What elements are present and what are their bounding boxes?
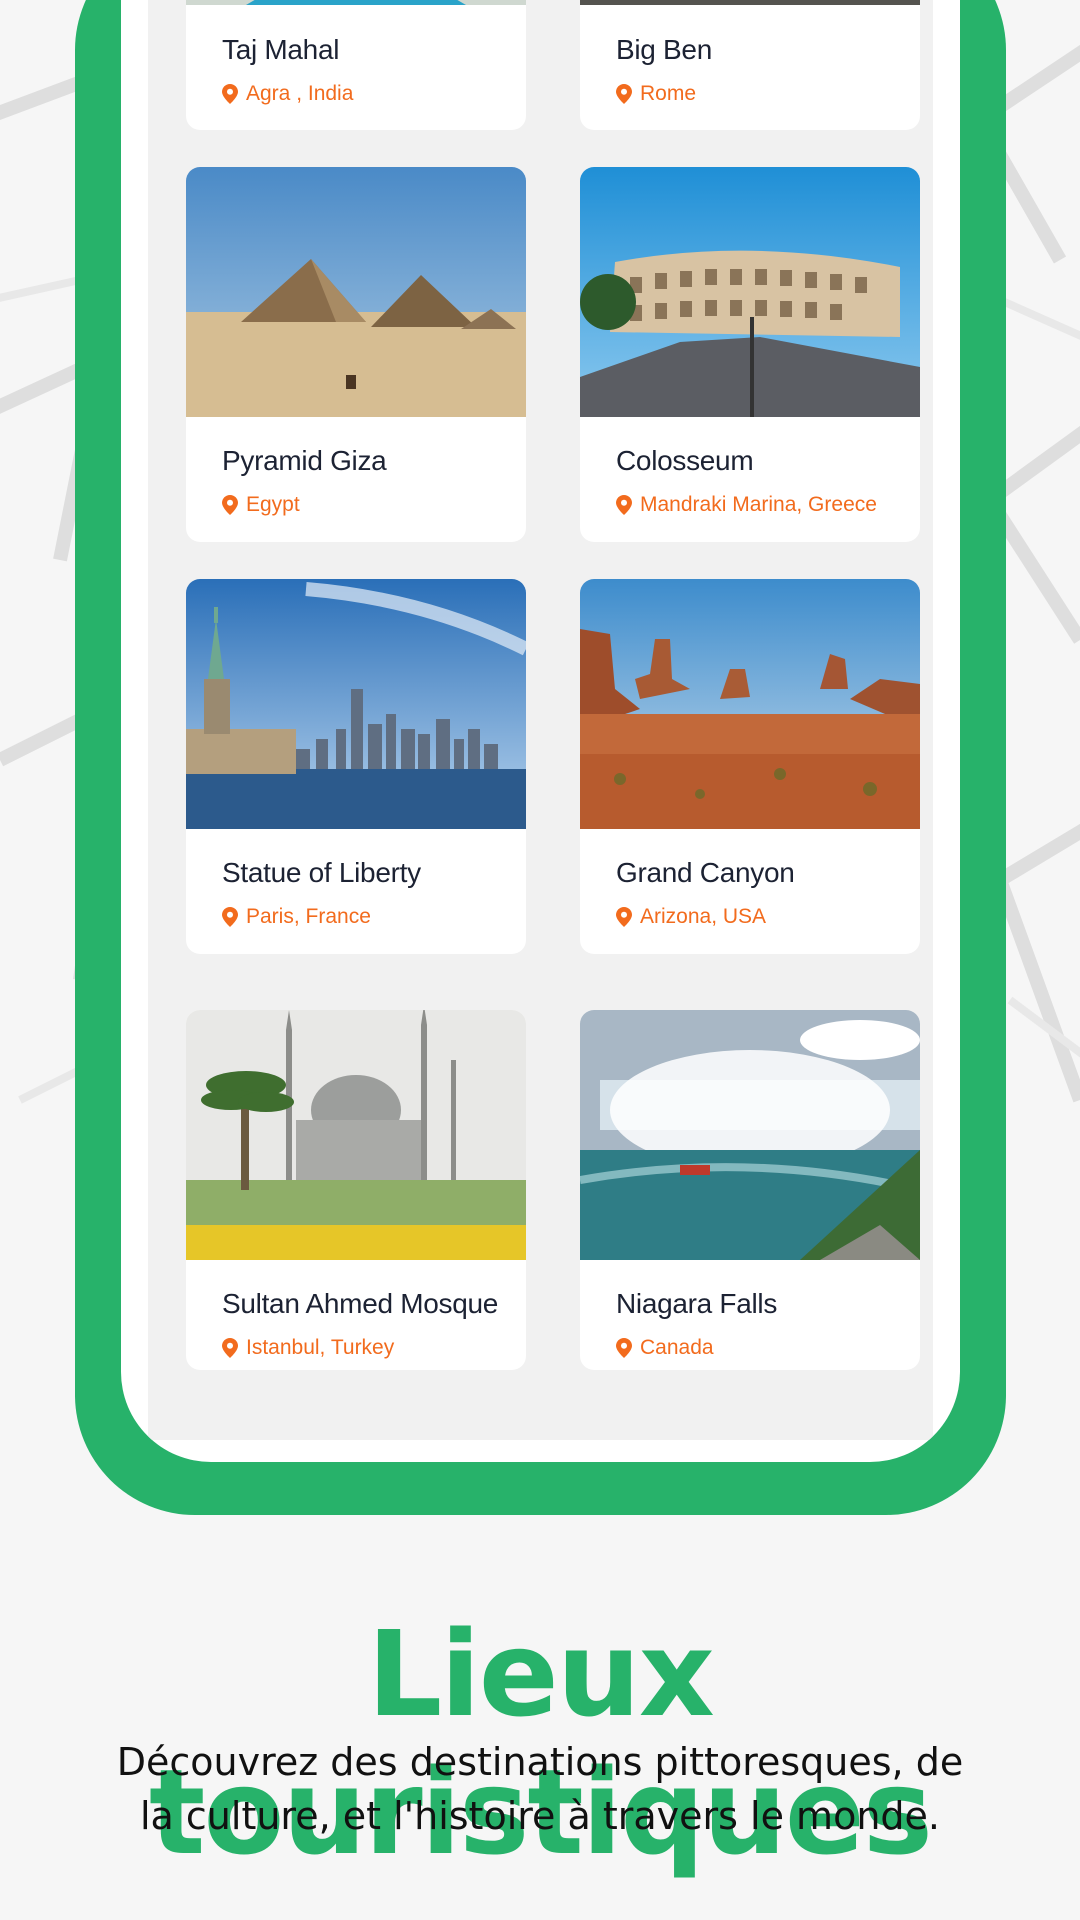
location-pin-icon	[222, 84, 238, 104]
place-title: Niagara Falls	[616, 1288, 778, 1319]
place-location: Istanbul, Turkey	[222, 1336, 394, 1360]
place-title: Colosseum	[616, 445, 754, 476]
place-location: Paris, France	[222, 905, 371, 929]
grand-canyon-image	[580, 579, 920, 829]
colosseum-image	[580, 167, 920, 417]
place-title: Big Ben	[616, 34, 712, 65]
location-pin-icon	[616, 84, 632, 104]
taj-mahal-image	[186, 0, 526, 5]
phone-screen: Taj Mahal Agra , India Big Ben Rome Pyra…	[121, 0, 960, 1462]
place-card[interactable]: Statue of Liberty Paris, France	[186, 579, 526, 954]
location-pin-icon	[222, 495, 238, 515]
place-title: Pyramid Giza	[222, 445, 387, 476]
place-card[interactable]: Grand Canyon Arizona, USA	[580, 579, 920, 954]
place-location: Mandraki Marina, Greece	[616, 493, 877, 517]
big-ben-image	[580, 0, 920, 5]
place-location: Rome	[616, 82, 696, 106]
place-title: Taj Mahal	[222, 34, 340, 65]
place-title: Statue of Liberty	[222, 857, 421, 888]
place-location: Arizona, USA	[616, 905, 766, 929]
place-title: Sultan Ahmed Mosque	[222, 1288, 499, 1319]
place-location: Egypt	[222, 493, 300, 517]
promo-subtitle-line-2: la culture, et l'histoire à travers le m…	[139, 1794, 940, 1838]
statue-of-liberty-image	[186, 579, 526, 829]
place-card[interactable]: Niagara Falls Canada	[580, 1010, 920, 1370]
place-card[interactable]: Big Ben Rome	[580, 0, 920, 130]
location-pin-icon	[616, 495, 632, 515]
niagara-falls-image	[580, 1010, 920, 1260]
place-card[interactable]: Pyramid Giza Egypt	[186, 167, 526, 542]
promo-subtitle: Découvrez des destinations pittoresques,…	[70, 1735, 1010, 1843]
location-pin-icon	[222, 1338, 238, 1358]
place-card[interactable]: Colosseum Mandraki Marina, Greece	[580, 167, 920, 542]
sultan-ahmed-mosque-image	[186, 1010, 526, 1260]
location-pin-icon	[222, 907, 238, 927]
place-card[interactable]: Taj Mahal Agra , India	[186, 0, 526, 130]
phone-frame: Taj Mahal Agra , India Big Ben Rome Pyra…	[75, 0, 1006, 1515]
place-location: Canada	[616, 1336, 714, 1360]
places-grid: Taj Mahal Agra , India Big Ben Rome Pyra…	[148, 0, 933, 1440]
location-pin-icon	[616, 907, 632, 927]
place-location: Agra , India	[222, 82, 353, 106]
pyramid-giza-image	[186, 167, 526, 417]
promo-subtitle-line-1: Découvrez des destinations pittoresques,…	[116, 1740, 964, 1784]
place-card[interactable]: Sultan Ahmed Mosque Istanbul, Turkey	[186, 1010, 526, 1370]
place-title: Grand Canyon	[616, 857, 795, 888]
location-pin-icon	[616, 1338, 632, 1358]
